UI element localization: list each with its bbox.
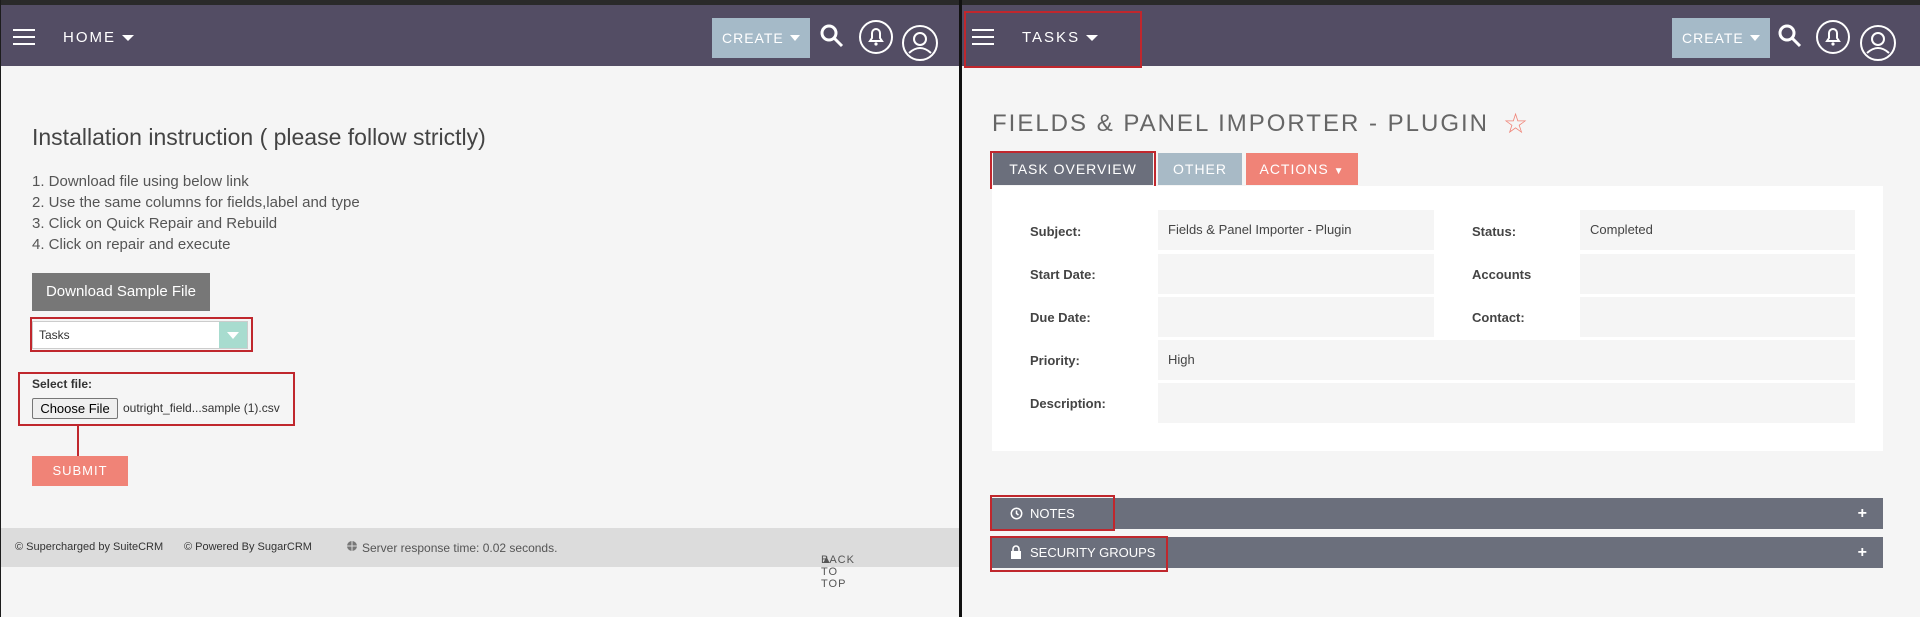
chevron-down-icon bbox=[1750, 35, 1760, 41]
footer-suitecrm-link[interactable]: © Supercharged by SuiteCRM bbox=[15, 541, 163, 553]
tab-other[interactable]: OTHER bbox=[1158, 153, 1242, 185]
task-overview-panel: Subject: Fields & Panel Importer - Plugi… bbox=[992, 186, 1883, 451]
status-value: Completed bbox=[1580, 210, 1855, 250]
create-label: CREATE bbox=[1682, 30, 1744, 46]
contact-value bbox=[1580, 297, 1855, 337]
instruction-step-1: 1. Download file using below link bbox=[32, 173, 249, 190]
notes-panel-header[interactable]: NOTES + bbox=[992, 498, 1883, 529]
highlight-box-security-groups bbox=[990, 536, 1168, 572]
favorite-star-icon[interactable]: ☆ bbox=[1503, 107, 1528, 140]
priority-value: High bbox=[1158, 340, 1855, 380]
search-icon[interactable] bbox=[1777, 23, 1803, 49]
choose-file-button[interactable]: Choose File bbox=[32, 398, 118, 419]
chevron-down-icon bbox=[790, 35, 800, 41]
expand-plus-icon[interactable]: + bbox=[1858, 498, 1867, 529]
due-date-label: Due Date: bbox=[1030, 310, 1091, 325]
left-window: HOME CREATE Installation instruction ( p… bbox=[1, 0, 959, 617]
footer-sugarcrm-link[interactable]: © Powered By SugarCRM bbox=[184, 541, 312, 553]
accounts-label: Accounts bbox=[1472, 267, 1532, 282]
dropdown-arrow-icon[interactable] bbox=[219, 322, 247, 348]
description-value bbox=[1158, 383, 1855, 423]
instruction-step-2: 2. Use the same columns for fields,label… bbox=[32, 194, 360, 211]
accounts-value bbox=[1580, 254, 1855, 294]
instruction-step-3: 3. Click on Quick Repair and Rebuild bbox=[32, 215, 278, 232]
nav-home-label: HOME bbox=[63, 29, 116, 46]
highlight-box-notes bbox=[990, 495, 1115, 531]
select-file-label: Select file: bbox=[32, 377, 93, 391]
tab-actions[interactable]: ACTIONS ▼ bbox=[1246, 153, 1358, 185]
module-select-value: Tasks bbox=[39, 328, 70, 342]
create-button[interactable]: CREATE bbox=[1672, 18, 1770, 58]
status-label: Status: bbox=[1472, 224, 1517, 239]
subject-label: Subject: bbox=[1030, 224, 1082, 239]
chevron-up-icon: ▲ bbox=[821, 554, 833, 566]
due-date-value bbox=[1158, 297, 1434, 337]
subject-value: Fields & Panel Importer - Plugin bbox=[1158, 210, 1434, 250]
description-label: Description: bbox=[1030, 396, 1106, 411]
module-select[interactable]: Tasks bbox=[32, 321, 248, 349]
user-avatar-icon[interactable] bbox=[901, 24, 939, 62]
chevron-down-icon bbox=[122, 35, 134, 42]
navbar: HOME CREATE bbox=[1, 5, 959, 66]
selected-file-name: outright_field...sample (1).csv bbox=[123, 401, 280, 415]
hamburger-menu-icon[interactable] bbox=[13, 29, 35, 45]
notification-bell-icon[interactable] bbox=[1815, 19, 1851, 55]
actions-label: ACTIONS bbox=[1259, 161, 1329, 177]
user-avatar-icon[interactable] bbox=[1859, 24, 1897, 62]
download-sample-file-button[interactable]: Download Sample File bbox=[32, 273, 210, 311]
record-title: FIELDS & PANEL IMPORTER - PLUGIN bbox=[992, 110, 1489, 137]
chevron-down-icon: ▼ bbox=[1333, 166, 1345, 177]
priority-label: Priority: bbox=[1030, 353, 1080, 368]
expand-plus-icon[interactable]: + bbox=[1858, 537, 1867, 568]
contact-label: Contact: bbox=[1472, 310, 1525, 325]
search-icon[interactable] bbox=[819, 23, 845, 49]
create-label: CREATE bbox=[722, 30, 784, 46]
start-date-value bbox=[1158, 254, 1434, 294]
create-button[interactable]: CREATE bbox=[712, 18, 810, 58]
installation-heading: Installation instruction ( please follow… bbox=[32, 124, 486, 150]
start-date-label: Start Date: bbox=[1030, 267, 1096, 282]
instruction-step-4: 4. Click on repair and execute bbox=[32, 236, 231, 253]
submit-button[interactable]: SUBMIT bbox=[32, 456, 128, 486]
right-window: TASKS CREATE FIELDS & PANEL IMPORTER - P… bbox=[962, 0, 1920, 617]
globe-icon bbox=[347, 541, 357, 551]
highlight-box-task-overview bbox=[990, 151, 1156, 189]
highlight-box-tasks-nav bbox=[964, 11, 1142, 68]
notification-bell-icon[interactable] bbox=[858, 19, 894, 55]
server-response-time: Server response time: 0.02 seconds. bbox=[362, 541, 558, 555]
footer: © Supercharged by SuiteCRM © Powered By … bbox=[1, 528, 959, 590]
highlight-connector bbox=[77, 426, 79, 456]
nav-home-menu[interactable]: HOME bbox=[63, 29, 134, 46]
